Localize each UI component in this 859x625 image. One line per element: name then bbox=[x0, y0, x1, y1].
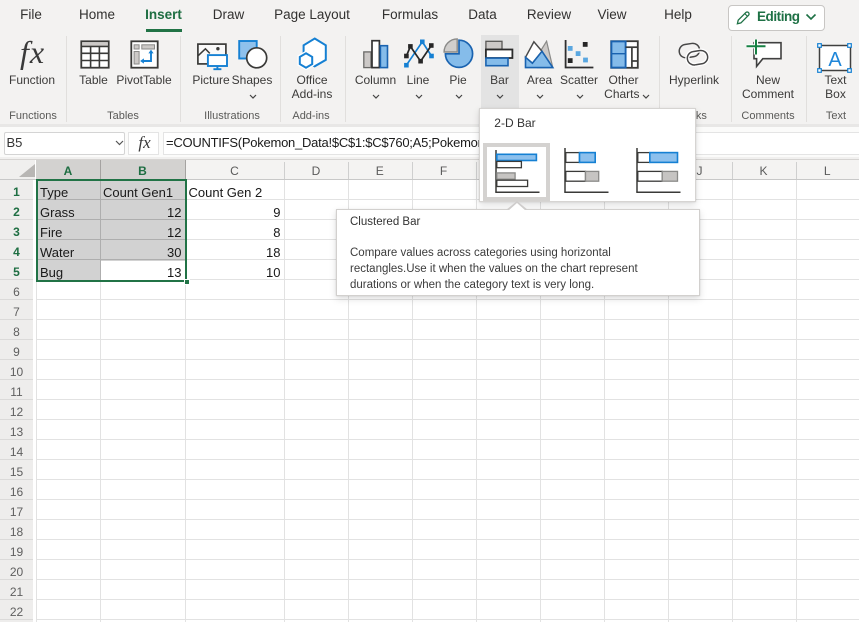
svg-text:A: A bbox=[828, 49, 842, 71]
